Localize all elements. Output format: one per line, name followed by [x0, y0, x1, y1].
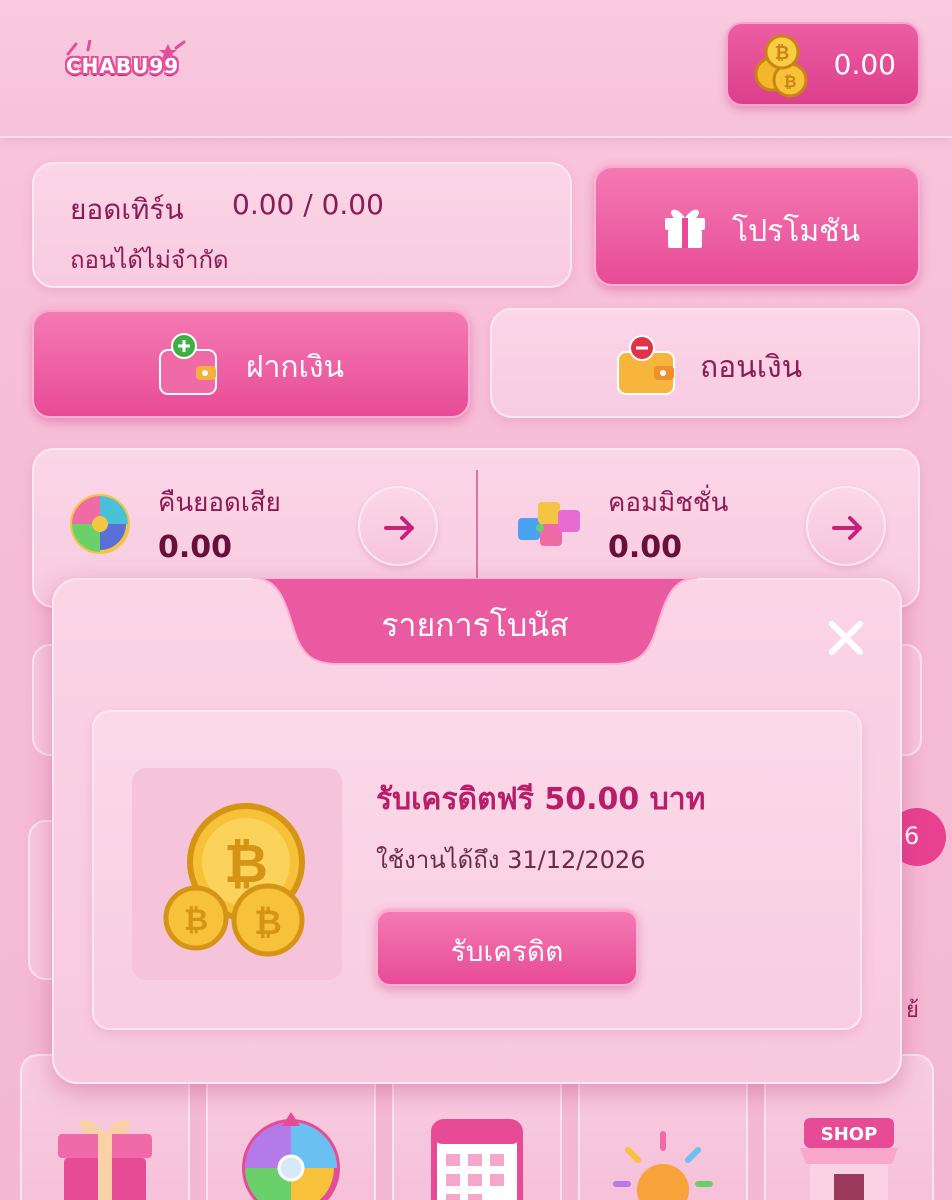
gift-icon	[665, 209, 705, 248]
arrow-right-icon	[384, 516, 414, 540]
turnover-value: 0.00 / 0.00	[232, 188, 384, 221]
cashback-arrow-button[interactable]	[358, 486, 438, 566]
close-button[interactable]	[824, 616, 868, 660]
bonus-title: รับเครดิตฟรี 50.00 บาท	[376, 782, 706, 817]
logo-text: CHABU99	[66, 54, 180, 78]
deposit-label: ฝากเงิน	[246, 350, 344, 385]
background-partial-text: ย้	[906, 998, 919, 1023]
lucky-wheel-icon	[242, 1112, 340, 1200]
balance-amount: 0.00	[833, 48, 896, 81]
bonus-expiry-text: ใช้งานได้ถึง 31/12/2026	[376, 846, 646, 874]
coin-stack-icon: ₿ ₿	[754, 34, 808, 98]
cashback-label: คืนยอดเสีย	[158, 488, 281, 518]
balance-display[interactable]: ₿ ₿ 0.00	[726, 22, 920, 106]
bonus-image: ₿ ₿ ₿	[132, 768, 342, 980]
arrow-right-icon	[832, 516, 862, 540]
commission-puzzle-icon	[518, 502, 580, 546]
turnover-panel: ยอดเทิร์น 0.00 / 0.00 ถอนได้ไม่จำกัด	[32, 162, 572, 288]
svg-text:₿: ₿	[184, 903, 208, 938]
withdraw-limit-text: ถอนได้ไม่จำกัด	[70, 246, 229, 274]
claim-credit-button[interactable]: รับเครดิต	[376, 908, 638, 986]
commission-arrow-button[interactable]	[806, 486, 886, 566]
close-icon	[829, 621, 863, 655]
withdraw-label: ถอนเงิน	[700, 350, 803, 385]
cashback-wheel-icon	[70, 494, 130, 554]
wallet-add-icon	[159, 333, 217, 395]
commission-value: 0.00	[608, 530, 683, 565]
modal-title: รายการโบนัส	[381, 606, 569, 644]
cashback-value: 0.00	[158, 530, 233, 565]
gold-coins-icon: ₿ ₿ ₿	[163, 803, 305, 957]
bonus-list-modal: รายการโบนัส ₿ ₿ ₿ รับเครดิตฟรี 50.00 บาท…	[52, 578, 902, 1084]
modal-header-tab: รายการโบนัส	[252, 578, 698, 666]
calendar-icon	[431, 1119, 523, 1200]
promotion-label: โปรโมชัน	[732, 214, 861, 249]
sunrise-icon	[613, 1131, 713, 1200]
svg-text:₿: ₿	[783, 72, 796, 91]
shop-icon: SHOP	[800, 1118, 898, 1200]
notification-badge-count: 6	[904, 822, 920, 850]
svg-text:₿: ₿	[254, 903, 282, 943]
commission-label: คอมมิชชั่น	[608, 488, 729, 518]
header-bar: CHABU99 ₿ ₿ 0.00	[0, 0, 952, 138]
brand-logo[interactable]: CHABU99	[58, 38, 198, 96]
promotion-button[interactable]: โปรโมชัน	[594, 164, 920, 286]
svg-text:₿: ₿	[775, 43, 790, 64]
turnover-label: ยอดเทิร์น	[70, 193, 184, 226]
gift-box-icon	[58, 1119, 152, 1200]
shop-sign-text: SHOP	[821, 1124, 878, 1145]
withdraw-button[interactable]: ถอนเงิน	[490, 308, 920, 418]
deposit-button[interactable]: ฝากเงิน	[32, 308, 470, 418]
claim-credit-label: รับเครดิต	[450, 935, 564, 968]
wallet-remove-icon	[617, 335, 675, 395]
bonus-card: ₿ ₿ ₿ รับเครดิตฟรี 50.00 บาท ใช้งานได้ถึ…	[92, 710, 862, 1030]
